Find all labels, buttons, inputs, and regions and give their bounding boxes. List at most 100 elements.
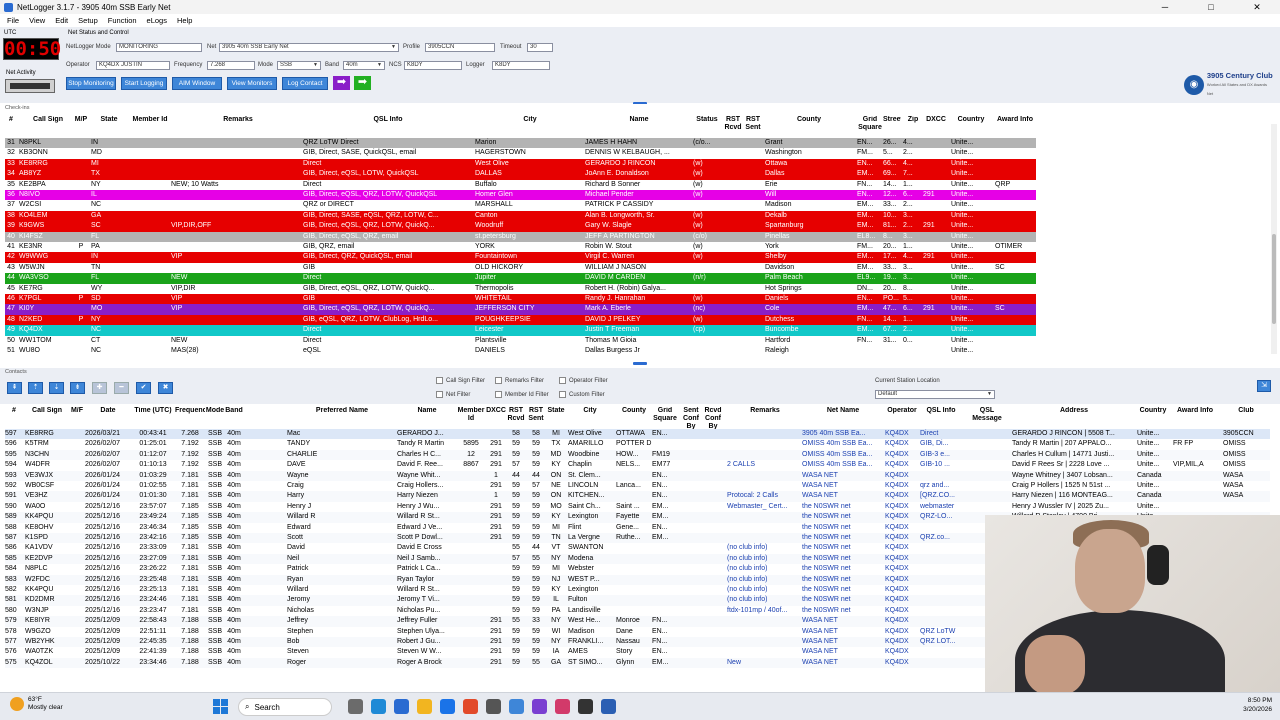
band-select[interactable]: 40m ▼ [343,61,385,70]
aim-window-button[interactable]: AIM Window [172,77,222,90]
net-select[interactable]: 3905 40m SSB Early Net ▼ [219,43,399,52]
checkin-row[interactable]: 42 W9WWG IN VIP GIB, Direct, QRZ, QuickQSL, … [5,252,1036,263]
contacts-col-header[interactable]: Band [225,407,243,415]
close-button[interactable]: ✕ [1234,0,1280,14]
contact-row[interactable]: 595 N3CHN 2026/02/07 01:12:07 7.192 SSB 40m CHA… [5,449,1270,461]
next-record-icon[interactable]: ⇣ [49,382,64,394]
contacts-col-header[interactable]: Grid Square [652,407,678,423]
word-icon[interactable] [601,699,616,714]
first-record-icon[interactable]: ⇞ [7,382,22,394]
edge-icon[interactable] [371,699,386,714]
contacts-col-header[interactable]: Remarks [727,407,803,415]
minimize-button[interactable]: ─ [1142,0,1188,14]
previous-record-icon[interactable]: ⇡ [28,382,43,394]
contacts-col-header[interactable]: QSL Info [920,407,962,415]
timeout-field[interactable]: 30 [527,43,553,52]
menu-elogs[interactable]: eLogs [142,16,172,25]
checkin-row[interactable]: 45 KE7RG WY VIP,DIR GIB, Direct, eQSL, QRZ, … [5,283,1036,294]
checkins-col-header[interactable]: RST Sent [743,116,763,132]
remarks-filter-checkbox[interactable]: Remarks Filter [495,377,544,384]
checkin-row[interactable]: 46 K7PGL P SD VIP GIB WHITETAIL Randy J. Hanrah… [5,294,1036,305]
mode-field[interactable]: MONITORING [116,43,202,52]
contact-row[interactable]: 591 VE3HZ 2026/01/24 01:01:30 7.181 SSB 40m Har… [5,491,1270,502]
checkins-col-header[interactable]: Award Info [995,116,1035,124]
folder-icon[interactable] [417,699,432,714]
stop-monitoring-button[interactable]: Stop Monitoring [66,77,116,90]
app-icon[interactable] [509,699,524,714]
checkin-row[interactable]: 37 W2CSI NC QRZ or DIRECT MARSHALL PATRICK P … [5,200,1036,211]
files-icon[interactable] [348,699,363,714]
checkin-row[interactable]: 32 KB3ONN MD GIB, Direct, SASE, QuickQSL, e… [5,148,1036,159]
contacts-col-header[interactable]: Country [1137,407,1169,415]
checkin-row[interactable]: 49 KQ4DX NC Direct Leicester Justin T Freeman… [5,325,1036,336]
contact-row[interactable]: 597 KE8RRG 2026/03/21 00:43:41 7.268 SSB 40m Ma… [5,429,1270,440]
checkin-row[interactable]: 34 AB8YZ TX GIB, Direct, eQSL, LOTW, QuickQ… [5,169,1036,180]
maximize-button[interactable]: □ [1188,0,1234,14]
contacts-col-header[interactable]: # [5,407,23,415]
cancel-edit-icon[interactable]: ✖ [158,382,173,394]
arrow-right-green-icon[interactable]: ➡ [354,76,371,90]
contacts-col-header[interactable]: State [547,407,565,415]
checkins-col-header[interactable]: Name [585,116,693,124]
checkins-col-header[interactable]: Status [693,116,721,124]
checkins-col-header[interactable]: Grid Square [857,116,883,132]
checkins-col-header[interactable]: State [91,116,127,124]
profile-field[interactable]: 3905CCN [425,43,495,52]
menu-function[interactable]: Function [103,16,142,25]
menu-help[interactable]: Help [172,16,197,25]
contacts-col-header[interactable]: Call Sign [25,407,69,415]
callsign-filter-checkbox[interactable]: Call Sign Filter [436,377,485,384]
member-id-filter-checkbox[interactable]: Member Id Filter [495,391,549,398]
ncs-field[interactable]: K8DY [404,61,462,70]
contacts-col-header[interactable]: RST Sent [527,407,545,423]
save-record-icon[interactable]: ✔ [136,382,151,394]
view-monitors-button[interactable]: View Monitors [227,77,277,90]
checkin-row[interactable]: 39 K9GWS SC VIP,DIR,OFF GIB, Direct, eQSL, Q… [5,221,1036,232]
checkin-row[interactable]: 41 KE3NR P PA GIB, QRZ, email YORK Robin W. St… [5,242,1036,253]
checkin-row[interactable]: 38 KO4LEM GA GIB, Direct, SASE, eQSL, QRZ, … [5,210,1036,222]
contact-row[interactable]: 593 VE3WJX 2026/01/24 01:03:29 7.181 SSB 40m Wa… [5,470,1270,481]
contact-row[interactable]: 594 W4DFR 2026/02/07 01:10:13 7.192 SSB 40m DAV… [5,460,1270,471]
contact-row[interactable]: 596 K5TRM 2026/02/07 01:25:01 7.192 SSB 40m TAN… [5,439,1270,450]
hd-icon[interactable] [578,699,593,714]
contacts-col-header[interactable]: DXCC [485,407,507,415]
checkin-row[interactable]: 50 WW1TOM CT NEW Direct Plantsville Thomas M G… [5,335,1036,346]
contacts-col-header[interactable]: Mode [205,407,225,415]
music-icon[interactable] [555,699,570,714]
station-location-select[interactable]: Default ▼ [875,390,995,399]
last-record-icon[interactable]: ⇟ [70,382,85,394]
contacts-col-header[interactable]: Time (UTC) [133,407,173,415]
photo-icon[interactable] [532,699,547,714]
checkins-col-header[interactable]: RST Rcvd [723,116,743,132]
splitter-handle[interactable] [633,362,647,365]
checkins-col-header[interactable]: Remarks [171,116,305,124]
add-record-icon[interactable]: ✚ [92,382,107,394]
checkin-row[interactable]: 47 KI0Y MO VIP GIB, Direct, eQSL, QRZ, LOTW,… [5,304,1036,315]
menu-setup[interactable]: Setup [73,16,103,25]
contacts-col-header[interactable]: Operator [885,407,919,415]
checkins-col-header[interactable]: # [5,116,17,124]
export-icon[interactable]: ⇲ [1257,380,1271,392]
custom-filter-checkbox[interactable]: Custom Filter [559,391,605,398]
checkin-row[interactable]: 44 WA3VSO FL NEW Direct Jupiter DAVID M CARDEN… [5,273,1036,284]
checkins-col-header[interactable]: Street [883,116,901,124]
contacts-col-header[interactable]: Net Name [802,407,884,415]
operator-field[interactable]: KQ4DX JUSTIN [96,61,170,70]
checkins-col-header[interactable]: DXCC [923,116,949,124]
checkins-col-header[interactable]: M/P [73,116,89,124]
log-contact-button[interactable]: Log Contact [282,77,328,90]
operator-filter-checkbox[interactable]: Operator Filter [559,377,608,384]
contacts-col-header[interactable]: QSL Message [965,407,1009,423]
net-filter-checkbox[interactable]: Net Filter [436,391,470,398]
logger-field[interactable]: K8DY [492,61,550,70]
checkin-row[interactable]: 35 KE2BPA NY NEW; 10 Watts Direct Buffalo Rich… [5,179,1036,190]
checkin-row[interactable]: 40 KI4FSZ FL GIB, Direct, eQSL, QRZ, email s… [5,231,1036,242]
store-icon[interactable] [394,699,409,714]
checkin-row[interactable]: 48 N2KED P NY GIB, eQSL, QRZ, LOTW, ClubLog,… [5,314,1036,326]
mode-select[interactable]: SSB ▼ [277,61,321,70]
checkins-scrollbar[interactable] [1271,124,1277,354]
delete-record-icon[interactable]: ━ [114,382,129,394]
checkins-col-header[interactable]: QSL Info [303,116,473,124]
checkins-col-header[interactable]: Call Sign [19,116,77,124]
contacts-col-header[interactable]: RST Rcvd [507,407,525,423]
